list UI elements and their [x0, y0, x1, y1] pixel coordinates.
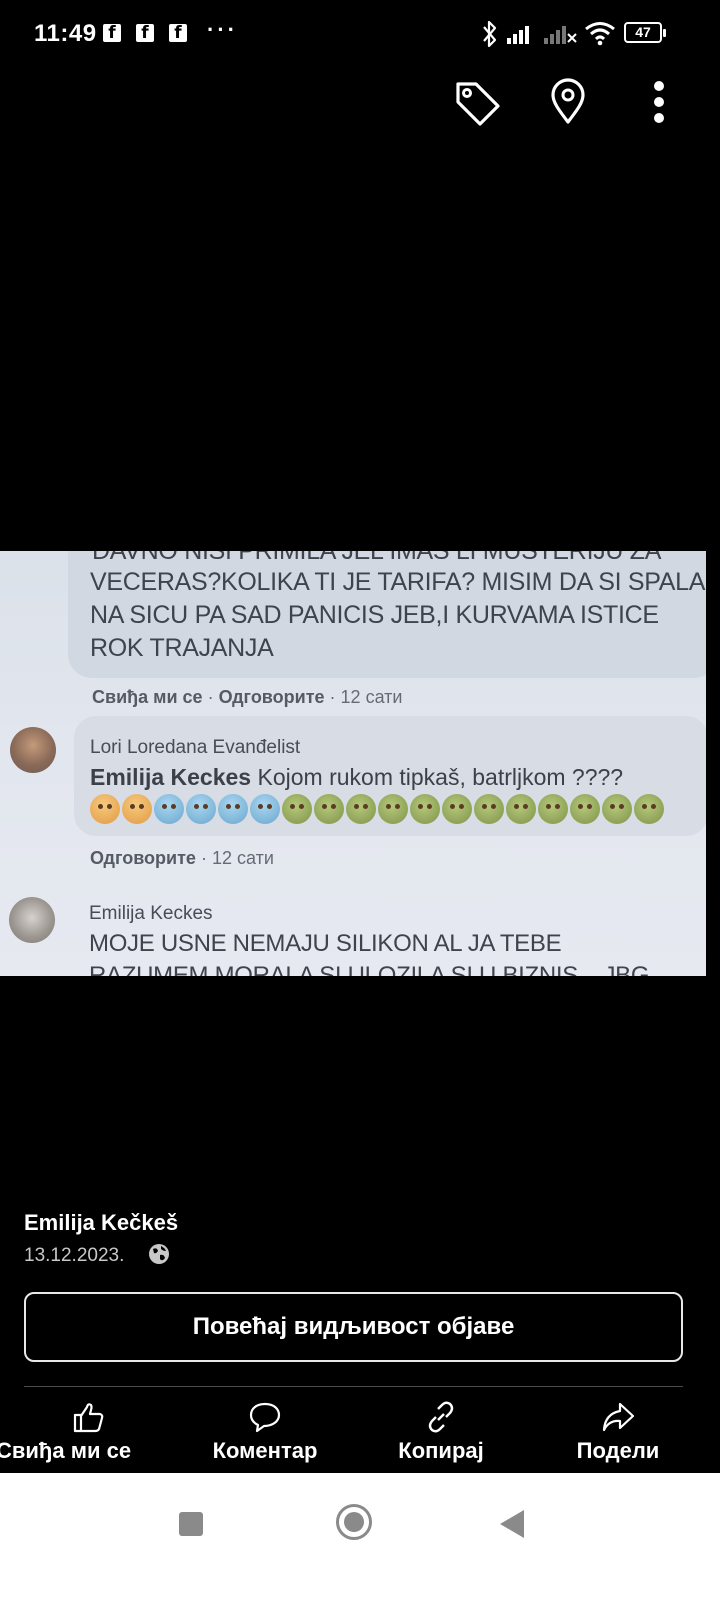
- emoji-icon: [282, 794, 312, 824]
- comment-text-line: MOJE USNE NEMAJU SILIKON AL JA TEBE: [89, 930, 562, 957]
- emoji-icon: [250, 794, 280, 824]
- post-photo[interactable]: DAVNO NISI PRIMILA JEL IMAS LI MUSTERIJU…: [0, 551, 706, 976]
- avatar: [10, 727, 56, 773]
- share-button[interactable]: Подели: [562, 1400, 674, 1470]
- emoji-icon: [474, 794, 504, 824]
- emoji-icon: [154, 794, 184, 824]
- emoji-icon: [634, 794, 664, 824]
- emoji-icon: [570, 794, 600, 824]
- comment-icon: [249, 1402, 281, 1433]
- battery-indicator: 47: [624, 20, 666, 46]
- comment-meta: Свиђа ми се · Одговорите · 12 сати: [92, 687, 403, 707]
- emoji-icon: [186, 794, 216, 824]
- comment-meta: Одговорите · 12 сати: [90, 848, 274, 868]
- comment-text-line: RAZUMEM MORALA SI ULOZILA SI U BIZNIS ..…: [89, 962, 650, 976]
- facebook-icon: f: [169, 24, 187, 43]
- emoji-icon: [506, 794, 536, 824]
- globe-icon: [149, 1244, 169, 1264]
- like-label: Свиђа ми се: [0, 1438, 132, 1463]
- emoji-icon: [346, 794, 376, 824]
- back-icon[interactable]: [500, 1510, 524, 1538]
- comment-button[interactable]: Коментар: [196, 1400, 334, 1470]
- recent-apps-icon[interactable]: [179, 1512, 203, 1536]
- divider: [24, 1386, 683, 1387]
- emoji-row: [90, 794, 664, 826]
- comment-text-line: NA SICU PA SAD PANICIS JEB,I KURVAMA IST…: [90, 601, 659, 629]
- share-icon: [602, 1402, 635, 1432]
- post-author-name[interactable]: Emilija Kečkeš: [24, 1210, 178, 1236]
- share-label: Подели: [576, 1438, 660, 1463]
- facebook-icon: f: [103, 24, 121, 43]
- facebook-icon: f: [136, 24, 154, 43]
- more-vertical-icon[interactable]: [634, 76, 686, 128]
- comment-author: Emilija Keckes: [89, 903, 213, 924]
- emoji-icon: [122, 794, 152, 824]
- battery-icon: 47: [624, 22, 666, 43]
- comment-label: Коментар: [212, 1438, 318, 1463]
- status-bar: 11:49 f f f ··· 47: [0, 0, 720, 70]
- emoji-icon: [218, 794, 248, 824]
- emoji-icon: [538, 794, 568, 824]
- signal-icon: [507, 26, 529, 44]
- status-time: 11:49: [34, 20, 97, 47]
- comment-text-line: VECERAS?KOLIKA TI JE TARIFA? MISIM DA SI…: [90, 568, 706, 596]
- emoji-icon: [410, 794, 440, 824]
- emoji-icon: [442, 794, 472, 824]
- like-button[interactable]: Свиђа ми се: [0, 1400, 180, 1470]
- photo-content: DAVNO NISI PRIMILA JEL IMAS LI MUSTERIJU…: [0, 551, 706, 976]
- signal-no-service-icon: [544, 26, 577, 44]
- boost-post-button[interactable]: Повећај видљивост објаве: [24, 1292, 683, 1362]
- post-date[interactable]: 13.12.2023.: [24, 1245, 124, 1267]
- more-notifications-icon: ···: [207, 17, 238, 42]
- copy-label: Копирај: [398, 1438, 484, 1463]
- wifi-icon: [585, 22, 615, 46]
- comment-text-line: ROK TRAJANJA: [90, 634, 274, 662]
- emoji-icon: [90, 794, 120, 824]
- link-icon: [428, 1401, 454, 1433]
- avatar: [9, 897, 55, 943]
- emoji-icon: [602, 794, 632, 824]
- emoji-icon: [314, 794, 344, 824]
- home-icon[interactable]: [336, 1504, 372, 1540]
- thumbs-up-icon: [73, 1403, 104, 1433]
- system-navigation-bar: [0, 1473, 720, 1600]
- location-pin-icon[interactable]: [544, 76, 596, 128]
- bluetooth-icon: [483, 20, 497, 48]
- copy-link-button[interactable]: Копирај: [382, 1400, 500, 1470]
- emoji-icon: [378, 794, 408, 824]
- comment-text: Emilija Keckes Kojom rukom tipkaš, batrl…: [90, 764, 624, 790]
- comment-author: Lori Loredana Evanđelist: [90, 737, 301, 758]
- tag-icon[interactable]: [452, 76, 504, 128]
